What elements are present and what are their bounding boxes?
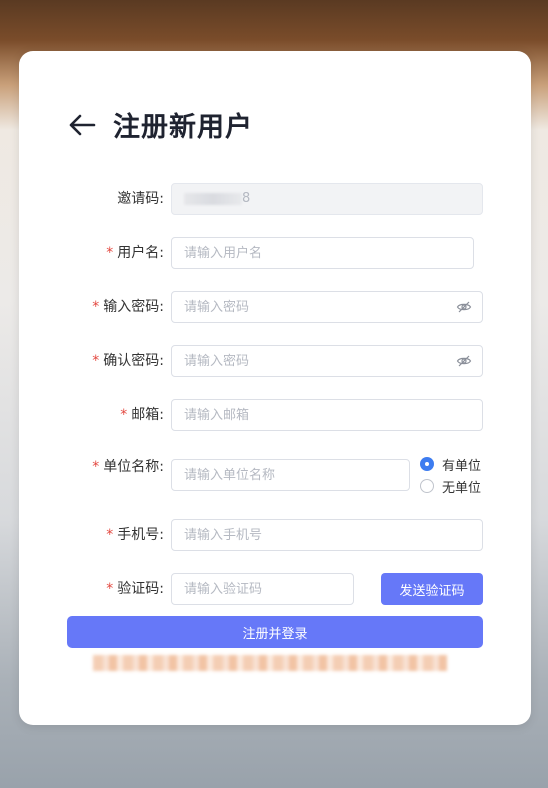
organization-label: * 单位名称: bbox=[92, 459, 164, 475]
invite-code-value-suffix: 8 bbox=[242, 191, 251, 206]
radio-option-has-org[interactable]: 有单位 bbox=[420, 453, 481, 475]
username-field[interactable] bbox=[171, 237, 474, 269]
organization-input[interactable] bbox=[172, 460, 409, 490]
page-header: 注册新用户 bbox=[67, 105, 253, 144]
radio-option-no-org[interactable]: 无单位 bbox=[420, 475, 481, 497]
verification-row: *验证码: 发送验证码 bbox=[19, 573, 531, 605]
phone-field[interactable] bbox=[171, 519, 483, 551]
eye-off-icon[interactable] bbox=[456, 299, 472, 315]
invite-code-field: 8 bbox=[171, 183, 483, 215]
email-field[interactable] bbox=[171, 399, 483, 431]
arrow-left-icon[interactable] bbox=[67, 110, 97, 140]
invite-code-label: 邀请码: bbox=[117, 191, 164, 207]
password-label: * 输入密码: bbox=[92, 299, 164, 315]
password-row: * 输入密码: bbox=[19, 291, 531, 323]
organization-radio-group: 有单位 无单位 bbox=[420, 453, 481, 497]
verification-input[interactable] bbox=[172, 574, 353, 604]
redacted-value bbox=[184, 193, 242, 205]
password-field[interactable] bbox=[171, 291, 483, 323]
redacted-link[interactable] bbox=[93, 655, 447, 671]
invite-code-row: 邀请码: 8 bbox=[19, 183, 531, 215]
confirm-password-row: * 确认密码: bbox=[19, 345, 531, 377]
confirm-password-field[interactable] bbox=[171, 345, 483, 377]
verification-label: * 验证码: bbox=[106, 581, 164, 597]
register-login-button[interactable]: 注册并登录 bbox=[67, 616, 483, 648]
send-code-button[interactable]: 发送验证码 bbox=[381, 573, 483, 605]
radio-selected-icon[interactable] bbox=[420, 457, 434, 471]
email-label: * 邮箱: bbox=[120, 407, 164, 423]
register-card: 注册新用户 邀请码: 8 *用户名: *输入密码: bbox=[19, 51, 531, 725]
organization-field[interactable] bbox=[171, 459, 410, 491]
eye-off-icon[interactable] bbox=[456, 353, 472, 369]
organization-row: *单位名称: 有单位 无单位 bbox=[19, 457, 531, 496]
radio-label: 无单位 bbox=[442, 480, 482, 496]
confirm-password-input[interactable] bbox=[172, 346, 482, 376]
radio-unselected-icon[interactable] bbox=[420, 479, 434, 493]
username-row: * 用户名: bbox=[19, 237, 531, 269]
phone-label: * 手机号: bbox=[106, 527, 164, 543]
page-title: 注册新用户 bbox=[113, 112, 253, 143]
email-row: * 邮箱: bbox=[19, 399, 531, 431]
phone-row: * 手机号: bbox=[19, 519, 531, 551]
confirm-password-label: * 确认密码: bbox=[92, 353, 164, 369]
radio-label: 有单位 bbox=[442, 458, 482, 474]
password-input[interactable] bbox=[172, 292, 482, 322]
email-input[interactable] bbox=[172, 400, 482, 430]
phone-input[interactable] bbox=[172, 520, 482, 550]
username-input[interactable] bbox=[172, 238, 473, 268]
username-label: * 用户名: bbox=[106, 245, 164, 261]
verification-field[interactable] bbox=[171, 573, 354, 605]
